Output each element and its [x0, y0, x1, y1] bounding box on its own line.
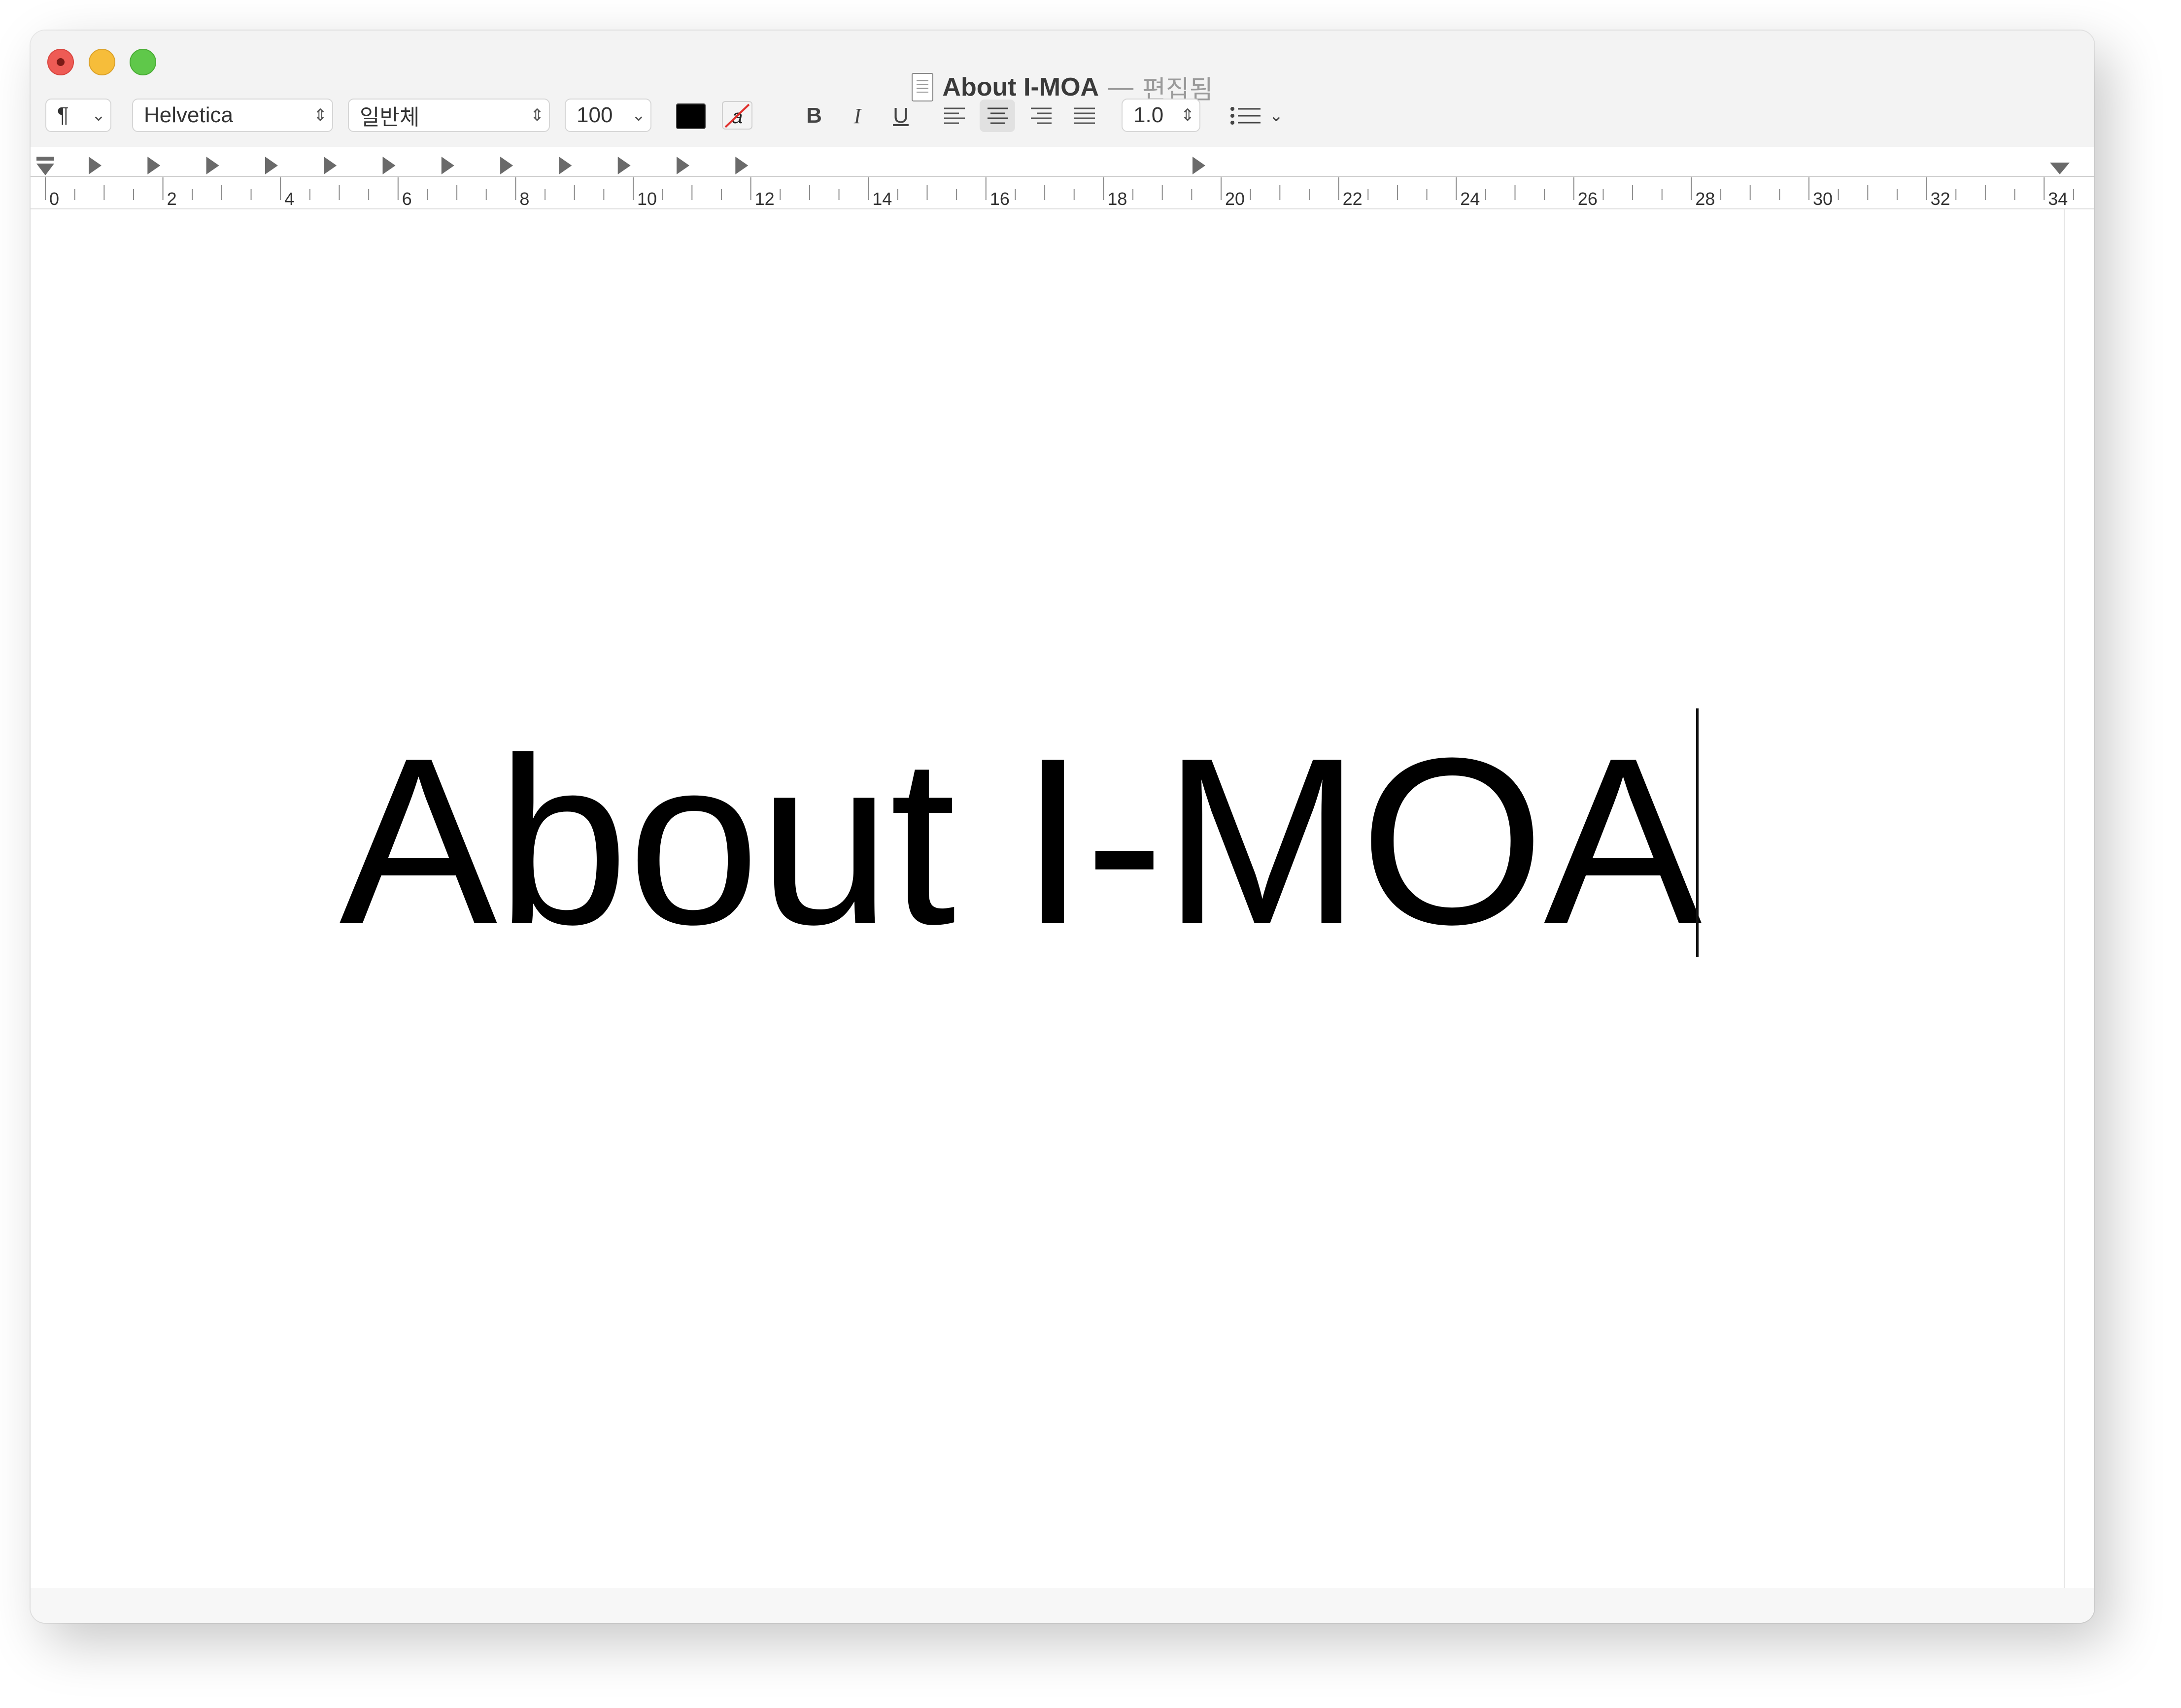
- ruler-label: 8: [519, 189, 529, 208]
- paragraph-style-label: ¶: [57, 103, 69, 127]
- format-toolbar: ¶ ⌄ Helvetica ⇕ 일반체 ⇕ 100 ⌄ a: [31, 95, 2094, 144]
- left-indent-marker[interactable]: [36, 164, 54, 175]
- ruler-label: 32: [1931, 189, 1950, 208]
- ruler-label: 18: [1107, 189, 1127, 208]
- document-text: About I-MOA: [339, 709, 1702, 974]
- ruler-label: 20: [1225, 189, 1245, 208]
- tab-stop-marker[interactable]: [559, 157, 572, 174]
- align-center-button[interactable]: [980, 100, 1015, 132]
- paragraph-style-popup[interactable]: ¶ ⌄: [45, 99, 111, 132]
- chevron-down-icon: ⌄: [91, 106, 106, 125]
- ruler-label: 0: [49, 189, 59, 208]
- tab-stop-marker[interactable]: [500, 157, 513, 174]
- font-style-popup[interactable]: 일반체 ⇕: [348, 99, 550, 132]
- italic-button[interactable]: I: [843, 100, 872, 132]
- tab-stop-marker[interactable]: [1193, 157, 1205, 174]
- up-down-chevron-icon: ⇕: [1180, 106, 1195, 125]
- chevron-down-icon: ⌄: [1269, 106, 1284, 125]
- document-text-area[interactable]: About I-MOA: [31, 209, 2065, 1589]
- justify-button[interactable]: [1066, 100, 1102, 132]
- tab-stop-marker[interactable]: [382, 157, 396, 174]
- font-family-popup[interactable]: Helvetica ⇕: [132, 99, 333, 132]
- font-size-combo[interactable]: 100 ⌄: [565, 99, 651, 132]
- ruler-label: 26: [1578, 189, 1598, 208]
- tab-stop-marker[interactable]: [677, 157, 689, 174]
- tab-stop-marker[interactable]: [89, 157, 102, 174]
- align-center-icon: [988, 107, 1008, 124]
- font-family-label: Helvetica: [144, 103, 233, 127]
- justify-icon: [1074, 107, 1095, 124]
- tab-stop-marker[interactable]: [324, 157, 337, 174]
- up-down-chevron-icon: ⇕: [313, 106, 328, 125]
- ruler-label: 24: [1460, 189, 1480, 208]
- ruler-label: 2: [167, 189, 177, 208]
- ruler-label: 22: [1343, 189, 1363, 208]
- align-right-icon: [1031, 107, 1052, 124]
- textedit-window: About I-MOA — 편집됨 ¶ ⌄ Helvetica ⇕ 일반체 ⇕ …: [31, 31, 2094, 1623]
- align-right-button[interactable]: [1023, 100, 1058, 132]
- text-color-swatch[interactable]: [676, 103, 706, 129]
- ruler-label: 4: [284, 189, 294, 208]
- list-bullets-button[interactable]: ⌄: [1222, 100, 1291, 132]
- ruler-label: 12: [755, 189, 775, 208]
- tab-stop-marker[interactable]: [265, 157, 278, 174]
- tab-stop-marker[interactable]: [617, 157, 631, 174]
- highlight-color-icon[interactable]: a: [720, 99, 754, 132]
- ruler-label: 16: [990, 189, 1010, 208]
- tab-stop-marker[interactable]: [206, 157, 219, 174]
- text-cursor: [1696, 708, 1699, 957]
- ruler-label: 30: [1813, 189, 1833, 208]
- align-left-icon: [944, 107, 965, 124]
- right-margin-marker[interactable]: [2050, 163, 2070, 174]
- line-spacing-label: 1.0: [1133, 103, 1164, 127]
- tab-stop-marker[interactable]: [441, 157, 454, 174]
- tab-stop-marker[interactable]: [147, 157, 161, 174]
- ruler-label: 14: [872, 189, 892, 208]
- ruler-label: 6: [402, 189, 412, 208]
- list-bullets-icon: [1230, 107, 1261, 125]
- font-style-label: 일반체: [360, 105, 420, 130]
- chevron-down-icon: ⌄: [631, 106, 646, 125]
- up-down-chevron-icon: ⇕: [530, 106, 545, 125]
- ruler-label: 28: [1695, 189, 1715, 208]
- window-bottom-edge: [31, 1588, 2094, 1623]
- font-size-label: 100: [577, 103, 613, 127]
- bold-button[interactable]: B: [799, 100, 829, 132]
- ruler-graphic: 0 2 4 6 8 10 12 14 16 18 20 22 24 26 28 30 32 34: [31, 157, 2094, 209]
- ruler-label: 34: [2048, 189, 2068, 208]
- ruler-label: 10: [637, 189, 657, 208]
- first-line-indent-marker[interactable]: [36, 157, 54, 161]
- tab-stop-marker[interactable]: [735, 157, 749, 174]
- underline-button[interactable]: U: [886, 100, 916, 132]
- line-spacing-popup[interactable]: 1.0 ⇕: [1122, 99, 1200, 132]
- ruler[interactable]: 0 2 4 6 8 10 12 14 16 18 20 22 24 26 28 30 32 34: [31, 147, 2094, 209]
- title-bar: About I-MOA — 편집됨 ¶ ⌄ Helvetica ⇕ 일반체 ⇕ …: [31, 31, 2094, 148]
- align-left-button[interactable]: [936, 100, 972, 132]
